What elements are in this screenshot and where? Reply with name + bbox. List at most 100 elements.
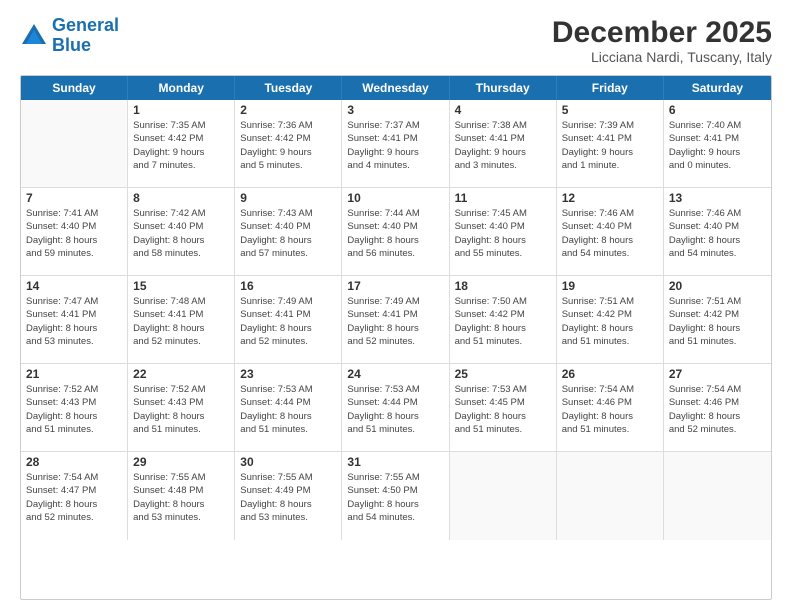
day-info: Sunrise: 7:54 AMSunset: 4:46 PMDaylight:… <box>562 383 658 436</box>
calendar-cell-r3c1: 22 Sunrise: 7:52 AMSunset: 4:43 PMDayligh… <box>128 364 235 451</box>
day-info: Sunrise: 7:36 AMSunset: 4:42 PMDaylight:… <box>240 119 336 172</box>
calendar-row-2: 14Sunrise: 7:47 AMSunset: 4:41 PMDayligh… <box>21 276 771 364</box>
day-info: Sunrise: 7:53 AMSunset: 4:44 PMDaylight:… <box>347 383 443 436</box>
day-number: 22 <box>133 367 229 381</box>
weekday-header-tuesday: Tuesday <box>235 76 342 100</box>
day-info: Sunrise: 7:48 AMSunset: 4:41 PMDaylight:… <box>133 295 229 348</box>
calendar-cell-r2c6: 20 Sunrise: 7:51 AMSunset: 4:42 PMDayligh… <box>664 276 771 363</box>
calendar-cell-r1c4: 11Sunrise: 7:45 AMSunset: 4:40 PMDayligh… <box>450 188 557 275</box>
calendar-row-3: 21 Sunrise: 7:52 AMSunset: 4:43 PMDayligh… <box>21 364 771 452</box>
day-info: Sunrise: 7:44 AMSunset: 4:40 PMDaylight:… <box>347 207 443 260</box>
location: Licciana Nardi, Tuscany, Italy <box>552 49 772 65</box>
page: General Blue December 2025 Licciana Nard… <box>0 0 792 612</box>
day-number: 21 <box>26 367 122 381</box>
calendar-cell-r2c4: 18 Sunrise: 7:50 AMSunset: 4:42 PMDayligh… <box>450 276 557 363</box>
calendar-cell-r2c3: 17 Sunrise: 7:49 AMSunset: 4:41 PMDayligh… <box>342 276 449 363</box>
day-info: Sunrise: 7:54 AMSunset: 4:46 PMDaylight:… <box>669 383 766 436</box>
day-info: Sunrise: 7:43 AMSunset: 4:40 PMDaylight:… <box>240 207 336 260</box>
calendar-cell-r3c5: 26 Sunrise: 7:54 AMSunset: 4:46 PMDayligh… <box>557 364 664 451</box>
day-number: 20 <box>669 279 766 293</box>
calendar-cell-r2c1: 15 Sunrise: 7:48 AMSunset: 4:41 PMDayligh… <box>128 276 235 363</box>
day-number: 4 <box>455 103 551 117</box>
day-info: Sunrise: 7:49 AMSunset: 4:41 PMDaylight:… <box>240 295 336 348</box>
day-number: 29 <box>133 455 229 469</box>
calendar-header: SundayMondayTuesdayWednesdayThursdayFrid… <box>21 76 771 100</box>
calendar-cell-r2c5: 19 Sunrise: 7:51 AMSunset: 4:42 PMDayligh… <box>557 276 664 363</box>
day-number: 25 <box>455 367 551 381</box>
day-info: Sunrise: 7:55 AMSunset: 4:48 PMDaylight:… <box>133 471 229 524</box>
day-info: Sunrise: 7:46 AMSunset: 4:40 PMDaylight:… <box>562 207 658 260</box>
weekday-header-thursday: Thursday <box>450 76 557 100</box>
logo-icon <box>20 22 48 50</box>
day-number: 23 <box>240 367 336 381</box>
month-title: December 2025 <box>552 16 772 49</box>
calendar-cell-r2c0: 14Sunrise: 7:47 AMSunset: 4:41 PMDayligh… <box>21 276 128 363</box>
day-number: 15 <box>133 279 229 293</box>
day-number: 19 <box>562 279 658 293</box>
logo: General Blue <box>20 16 119 56</box>
day-number: 13 <box>669 191 766 205</box>
day-number: 11 <box>455 191 551 205</box>
day-info: Sunrise: 7:39 AMSunset: 4:41 PMDaylight:… <box>562 119 658 172</box>
calendar-cell-r4c3: 31Sunrise: 7:55 AMSunset: 4:50 PMDayligh… <box>342 452 449 540</box>
day-info: Sunrise: 7:54 AMSunset: 4:47 PMDaylight:… <box>26 471 122 524</box>
calendar-cell-r0c4: 4Sunrise: 7:38 AMSunset: 4:41 PMDaylight… <box>450 100 557 187</box>
calendar-cell-r1c5: 12 Sunrise: 7:46 AMSunset: 4:40 PMDayligh… <box>557 188 664 275</box>
calendar-cell-r4c6 <box>664 452 771 540</box>
calendar-row-0: 1 Sunrise: 7:35 AMSunset: 4:42 PMDaylight… <box>21 100 771 188</box>
day-info: Sunrise: 7:51 AMSunset: 4:42 PMDaylight:… <box>562 295 658 348</box>
calendar-cell-r3c4: 25 Sunrise: 7:53 AMSunset: 4:45 PMDayligh… <box>450 364 557 451</box>
calendar-cell-r4c5 <box>557 452 664 540</box>
day-info: Sunrise: 7:55 AMSunset: 4:49 PMDaylight:… <box>240 471 336 524</box>
day-number: 1 <box>133 103 229 117</box>
day-number: 17 <box>347 279 443 293</box>
day-number: 16 <box>240 279 336 293</box>
day-number: 8 <box>133 191 229 205</box>
day-number: 6 <box>669 103 766 117</box>
calendar-cell-r3c0: 21 Sunrise: 7:52 AMSunset: 4:43 PMDayligh… <box>21 364 128 451</box>
day-number: 14 <box>26 279 122 293</box>
day-number: 10 <box>347 191 443 205</box>
day-info: Sunrise: 7:53 AMSunset: 4:44 PMDaylight:… <box>240 383 336 436</box>
day-number: 3 <box>347 103 443 117</box>
day-number: 31 <box>347 455 443 469</box>
day-number: 18 <box>455 279 551 293</box>
calendar-cell-r0c1: 1 Sunrise: 7:35 AMSunset: 4:42 PMDaylight… <box>128 100 235 187</box>
calendar-row-1: 7 Sunrise: 7:41 AMSunset: 4:40 PMDaylight… <box>21 188 771 276</box>
calendar-cell-r1c0: 7 Sunrise: 7:41 AMSunset: 4:40 PMDaylight… <box>21 188 128 275</box>
day-info: Sunrise: 7:52 AMSunset: 4:43 PMDaylight:… <box>133 383 229 436</box>
day-info: Sunrise: 7:42 AMSunset: 4:40 PMDaylight:… <box>133 207 229 260</box>
day-number: 7 <box>26 191 122 205</box>
day-number: 2 <box>240 103 336 117</box>
logo-text: General Blue <box>52 16 119 56</box>
day-info: Sunrise: 7:37 AMSunset: 4:41 PMDaylight:… <box>347 119 443 172</box>
day-info: Sunrise: 7:50 AMSunset: 4:42 PMDaylight:… <box>455 295 551 348</box>
calendar-cell-r0c5: 5 Sunrise: 7:39 AMSunset: 4:41 PMDaylight… <box>557 100 664 187</box>
header: General Blue December 2025 Licciana Nard… <box>20 16 772 65</box>
day-info: Sunrise: 7:35 AMSunset: 4:42 PMDaylight:… <box>133 119 229 172</box>
calendar: SundayMondayTuesdayWednesdayThursdayFrid… <box>20 75 772 600</box>
day-info: Sunrise: 7:41 AMSunset: 4:40 PMDaylight:… <box>26 207 122 260</box>
calendar-cell-r3c2: 23 Sunrise: 7:53 AMSunset: 4:44 PMDayligh… <box>235 364 342 451</box>
day-info: Sunrise: 7:40 AMSunset: 4:41 PMDaylight:… <box>669 119 766 172</box>
day-info: Sunrise: 7:51 AMSunset: 4:42 PMDaylight:… <box>669 295 766 348</box>
day-number: 5 <box>562 103 658 117</box>
day-info: Sunrise: 7:53 AMSunset: 4:45 PMDaylight:… <box>455 383 551 436</box>
calendar-row-4: 28 Sunrise: 7:54 AMSunset: 4:47 PMDayligh… <box>21 452 771 540</box>
day-number: 12 <box>562 191 658 205</box>
calendar-cell-r1c2: 9Sunrise: 7:43 AMSunset: 4:40 PMDaylight… <box>235 188 342 275</box>
calendar-cell-r1c6: 13 Sunrise: 7:46 AMSunset: 4:40 PMDayligh… <box>664 188 771 275</box>
calendar-cell-r0c0 <box>21 100 128 187</box>
day-number: 24 <box>347 367 443 381</box>
calendar-cell-r3c6: 27Sunrise: 7:54 AMSunset: 4:46 PMDayligh… <box>664 364 771 451</box>
calendar-cell-r0c2: 2 Sunrise: 7:36 AMSunset: 4:42 PMDaylight… <box>235 100 342 187</box>
calendar-cell-r0c6: 6 Sunrise: 7:40 AMSunset: 4:41 PMDaylight… <box>664 100 771 187</box>
calendar-cell-r4c0: 28 Sunrise: 7:54 AMSunset: 4:47 PMDayligh… <box>21 452 128 540</box>
day-number: 28 <box>26 455 122 469</box>
day-info: Sunrise: 7:49 AMSunset: 4:41 PMDaylight:… <box>347 295 443 348</box>
day-info: Sunrise: 7:46 AMSunset: 4:40 PMDaylight:… <box>669 207 766 260</box>
weekday-header-wednesday: Wednesday <box>342 76 449 100</box>
day-info: Sunrise: 7:52 AMSunset: 4:43 PMDaylight:… <box>26 383 122 436</box>
day-number: 26 <box>562 367 658 381</box>
calendar-cell-r1c3: 10 Sunrise: 7:44 AMSunset: 4:40 PMDayligh… <box>342 188 449 275</box>
